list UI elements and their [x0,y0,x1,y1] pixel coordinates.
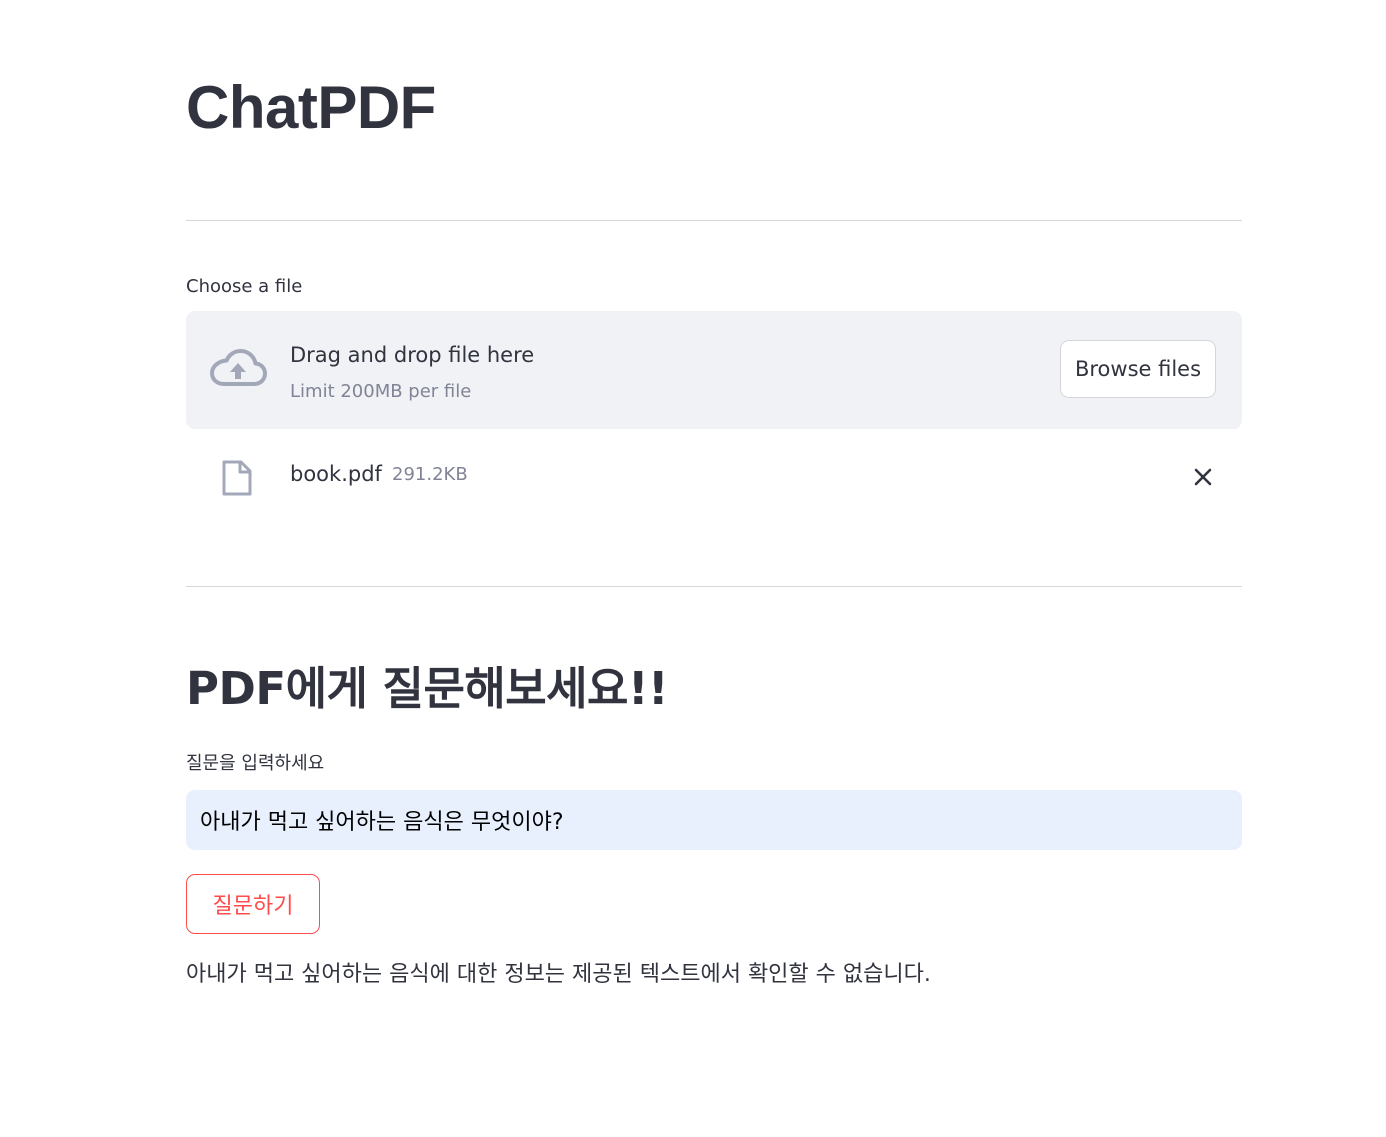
file-icon [222,460,252,496]
uploaded-file-name: book.pdf [290,462,382,486]
dropzone-instructions: Drag and drop file here [290,343,535,367]
close-icon[interactable] [1188,462,1218,492]
question-input[interactable] [186,790,1242,850]
page-title: ChatPDF [186,74,436,141]
uploaded-file-item: book.pdf 291.2KB [186,450,1242,506]
cloud-upload-icon [210,349,267,386]
uploaded-file-size: 291.2KB [392,464,468,485]
question-input-label: 질문을 입력하세요 [186,753,325,774]
browse-files-button[interactable]: Browse files [1060,340,1216,398]
question-heading: PDF에게 질문해보세요!! [186,662,669,715]
answer-text: 아내가 먹고 싶어하는 음식에 대한 정보는 제공된 텍스트에서 확인할 수 없… [186,962,931,987]
ask-question-button[interactable]: 질문하기 [186,874,320,934]
file-uploader-label: Choose a file [186,276,303,297]
main-container: ChatPDF Choose a file Drag and drop file… [186,0,1242,1137]
dropzone-limit: Limit 200MB per file [290,381,472,402]
divider-middle [186,586,1242,587]
divider-top [186,220,1242,221]
file-dropzone[interactable]: Drag and drop file here Limit 200MB per … [186,311,1242,429]
